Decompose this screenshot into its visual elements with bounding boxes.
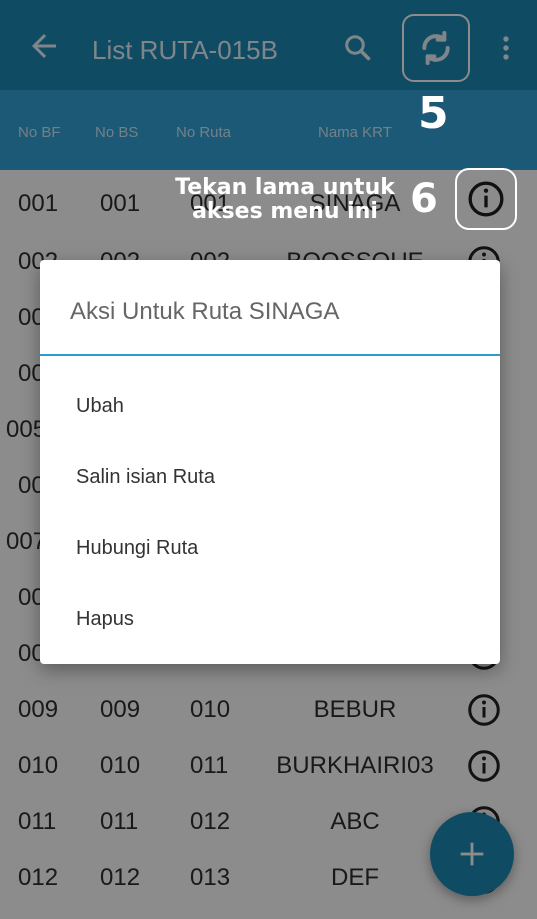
menu-item-hapus[interactable]: Hapus (76, 599, 466, 639)
menu-item-ubah[interactable]: Ubah (76, 386, 466, 426)
dialog-title: Aksi Untuk Ruta SINAGA (70, 298, 340, 325)
dialog-divider (40, 354, 500, 356)
long-press-hint: Tekan lama untuk akses menu ini (175, 175, 395, 224)
highlighted-info-button[interactable] (455, 168, 517, 230)
menu-item-hubungi[interactable]: Hubungi Ruta (76, 528, 466, 568)
menu-item-salin[interactable]: Salin isian Ruta (76, 457, 466, 497)
ruta-action-dialog: Aksi Untuk Ruta SINAGA Ubah Salin isian … (40, 260, 500, 664)
step-6-marker: 6 (410, 176, 438, 222)
step-5-marker: 5 (418, 88, 449, 139)
info-icon (468, 181, 504, 217)
